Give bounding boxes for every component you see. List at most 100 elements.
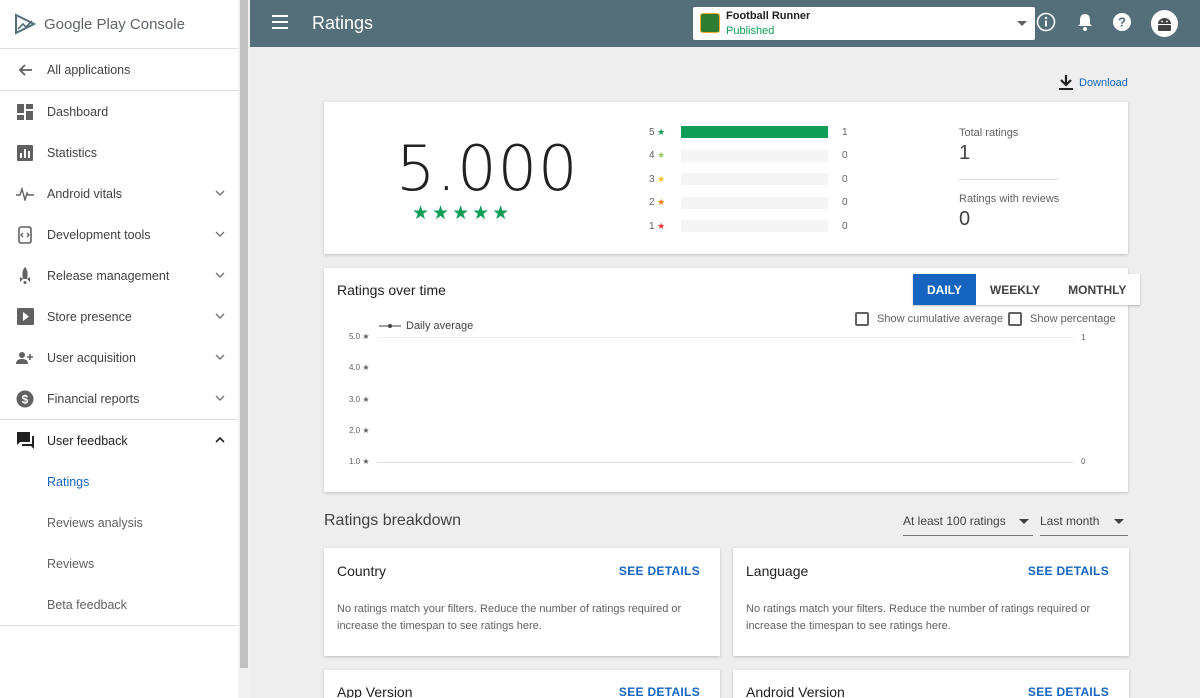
empty-message: No ratings match your filters. Reduce th… xyxy=(746,603,1091,632)
svg-text:?: ? xyxy=(1118,15,1126,30)
sidebar-item-user-acquisition[interactable]: User acquisition xyxy=(0,337,238,378)
sidebar-item-user-feedback[interactable]: User feedback xyxy=(0,420,238,461)
app-selector[interactable]: Football Runner Published xyxy=(693,7,1035,40)
page-title: Ratings xyxy=(312,13,374,33)
sidebar-scrollbar[interactable] xyxy=(238,0,250,698)
sidebar-item-financial-reports[interactable]: $ Financial reports xyxy=(0,378,238,419)
card-title: Language xyxy=(746,563,809,579)
sidebar-item-label: Financial reports xyxy=(47,391,140,406)
chevron-down-icon[interactable] xyxy=(214,228,226,240)
sidebar-subitem-reviews-analysis[interactable]: Reviews analysis xyxy=(0,502,238,543)
card-title: Country xyxy=(337,563,387,579)
distribution-row: 2 ★ 0 xyxy=(649,196,848,210)
distribution-row: 3 ★ 0 xyxy=(649,172,848,186)
y-tick: 2.0 ★ xyxy=(349,426,370,435)
distribution-count: 0 xyxy=(842,150,848,161)
min-ratings-select[interactable]: At least 100 ratings xyxy=(903,512,1033,536)
chevron-down-icon[interactable] xyxy=(214,310,226,322)
gridline xyxy=(377,462,1074,463)
star-level-label: 4 ★ xyxy=(649,150,666,161)
app-icon xyxy=(700,13,720,33)
bell-icon[interactable] xyxy=(1075,12,1095,32)
distribution-count: 0 xyxy=(842,197,848,208)
tab-weekly[interactable]: WEEKLY xyxy=(975,274,1055,305)
all-applications-link[interactable]: All applications xyxy=(0,49,238,90)
checkbox-box[interactable] xyxy=(1008,312,1022,326)
dropdown-arrow-icon xyxy=(1114,519,1124,524)
sidebar-item-label: Store presence xyxy=(47,309,132,324)
section-title: Ratings over time xyxy=(337,282,446,298)
sidebar-item-release-management[interactable]: Release management xyxy=(0,255,238,296)
see-details-button[interactable]: SEE DETAILS xyxy=(619,685,700,698)
distribution-count: 1 xyxy=(842,126,848,138)
sidebar-item-development-tools[interactable]: Development tools xyxy=(0,214,238,255)
sidebar-item-statistics[interactable]: Statistics xyxy=(0,132,238,173)
sidebar-item-label: Android vitals xyxy=(47,186,123,201)
hamburger-menu-icon[interactable] xyxy=(272,15,288,29)
chevron-up-icon[interactable] xyxy=(214,434,226,446)
y-tick: 4.0 ★ xyxy=(349,363,370,372)
sidebar-item-store-presence[interactable]: Store presence xyxy=(0,296,238,337)
breakdown-card-language: Language SEE DETAILS No ratings match yo… xyxy=(733,548,1129,656)
sidebar-item-label: User feedback xyxy=(47,433,128,448)
legend-line-icon xyxy=(379,324,401,328)
time-period-select[interactable]: Last month xyxy=(1040,512,1128,536)
distribution-count: 0 xyxy=(842,220,848,232)
distribution-bar-track xyxy=(681,149,828,162)
select-value: Last month xyxy=(1040,514,1100,528)
star-level-label: 2 ★ xyxy=(649,197,666,208)
ratings-with-reviews-value: 0 xyxy=(959,208,971,230)
percentage-checkbox[interactable]: Show percentage xyxy=(1008,312,1116,326)
divider xyxy=(959,179,1059,180)
download-link[interactable]: Download xyxy=(1059,75,1128,90)
avatar[interactable] xyxy=(1151,10,1178,37)
top-bar: Ratings Football Runner Published ? xyxy=(250,0,1200,47)
play-console-logo[interactable]: Google Play Console xyxy=(0,0,238,48)
y-tick: 5.0 ★ xyxy=(349,332,370,341)
sidebar-item-label: Statistics xyxy=(47,145,98,160)
chevron-down-icon[interactable] xyxy=(214,392,226,404)
checkbox-label: Show percentage xyxy=(1030,313,1116,325)
card-title: App Version xyxy=(337,684,413,698)
checkbox-box[interactable] xyxy=(855,312,869,326)
total-ratings-label: Total ratings xyxy=(959,127,1019,139)
sidebar-subitem-reviews[interactable]: Reviews xyxy=(0,543,238,584)
right-axis-tick: 0 xyxy=(1081,457,1086,466)
star-icon: ★ xyxy=(654,126,666,137)
dropdown-arrow-icon xyxy=(1019,519,1029,524)
chevron-down-icon[interactable] xyxy=(214,351,226,363)
sidebar-subitem-ratings[interactable]: Ratings xyxy=(0,461,238,502)
download-icon xyxy=(1059,75,1073,90)
chevron-down-icon[interactable] xyxy=(214,269,226,281)
ratings-with-reviews-label: Ratings with reviews xyxy=(959,193,1060,205)
svg-text:$: $ xyxy=(22,392,29,406)
y-tick: 3.0 ★ xyxy=(349,395,370,404)
cumulative-average-checkbox[interactable]: Show cumulative average xyxy=(855,312,1003,326)
android-avatar-icon xyxy=(1158,18,1171,31)
all-applications-label: All applications xyxy=(47,62,131,77)
sidebar-subitem-beta-feedback[interactable]: Beta feedback xyxy=(0,584,238,625)
distribution-bar-track xyxy=(681,196,828,209)
see-details-button[interactable]: SEE DETAILS xyxy=(1028,685,1109,698)
download-label: Download xyxy=(1079,76,1128,89)
tab-daily[interactable]: DAILY xyxy=(913,274,976,305)
store-icon xyxy=(16,308,34,326)
breakdown-card-android-version: Android Version SEE DETAILS xyxy=(733,670,1129,698)
ratings-breakdown-title: Ratings breakdown xyxy=(324,512,461,529)
card-title: Android Version xyxy=(746,684,845,698)
sidebar-item-dashboard[interactable]: Dashboard xyxy=(0,91,238,132)
ratings-over-time-card: Ratings over time DAILY WEEKLY MONTHLY S… xyxy=(324,268,1141,492)
see-details-button[interactable]: SEE DETAILS xyxy=(619,564,700,578)
chevron-down-icon[interactable] xyxy=(214,187,226,199)
sidebar-item-android-vitals[interactable]: Android vitals xyxy=(0,173,238,214)
bar-chart-icon xyxy=(16,144,34,162)
see-details-button[interactable]: SEE DETAILS xyxy=(1028,564,1109,578)
distribution-bar-track xyxy=(681,220,828,232)
help-icon[interactable]: ? xyxy=(1112,12,1132,32)
distribution-row: 4 ★ 0 xyxy=(649,149,848,163)
tab-monthly[interactable]: MONTHLY xyxy=(1054,274,1141,305)
info-icon[interactable] xyxy=(1036,12,1056,32)
sidebar-item-label: Dashboard xyxy=(47,104,109,119)
scrollbar-thumb[interactable] xyxy=(240,0,248,668)
star-icon: ★ xyxy=(654,150,666,160)
